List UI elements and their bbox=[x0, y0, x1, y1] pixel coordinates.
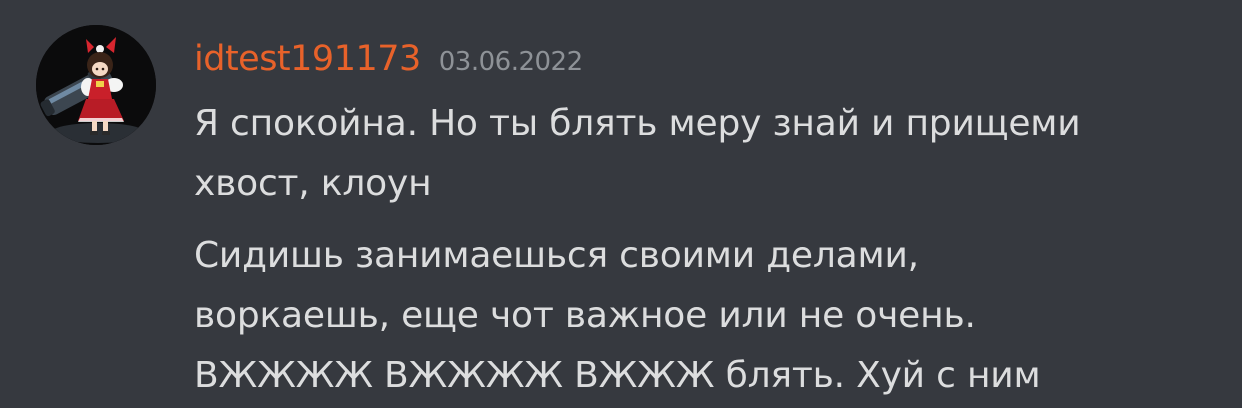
message-line: воркаешь, еще чот важное или не очень. bbox=[194, 295, 976, 336]
message-line: Сидишь занимаешься своими делами, bbox=[194, 235, 919, 276]
message-header: idtest191173 03.06.2022 bbox=[194, 34, 583, 84]
message-line: Я спокойна. Но ты блять меру знай и прищ… bbox=[194, 103, 1081, 144]
user-avatar-icon[interactable] bbox=[36, 25, 156, 145]
message-content: Я спокойна. Но ты блять меру знай и прищ… bbox=[194, 94, 1224, 406]
message-paragraph: Сидишь занимаешься своими делами, воркае… bbox=[194, 226, 1224, 406]
message-paragraph: Я спокойна. Но ты блять меру знай и прищ… bbox=[194, 94, 1224, 214]
message-line: ВЖЖЖЖ ВЖЖЖЖ ВЖЖЖ блять. Хуй с ним bbox=[194, 355, 1041, 396]
timestamp: 03.06.2022 bbox=[438, 47, 583, 77]
chat-message: idtest191173 03.06.2022 Я спокойна. Но ты… bbox=[0, 0, 1242, 408]
username[interactable]: idtest191173 bbox=[194, 39, 421, 79]
message-line: хвост, клоун bbox=[194, 163, 432, 204]
